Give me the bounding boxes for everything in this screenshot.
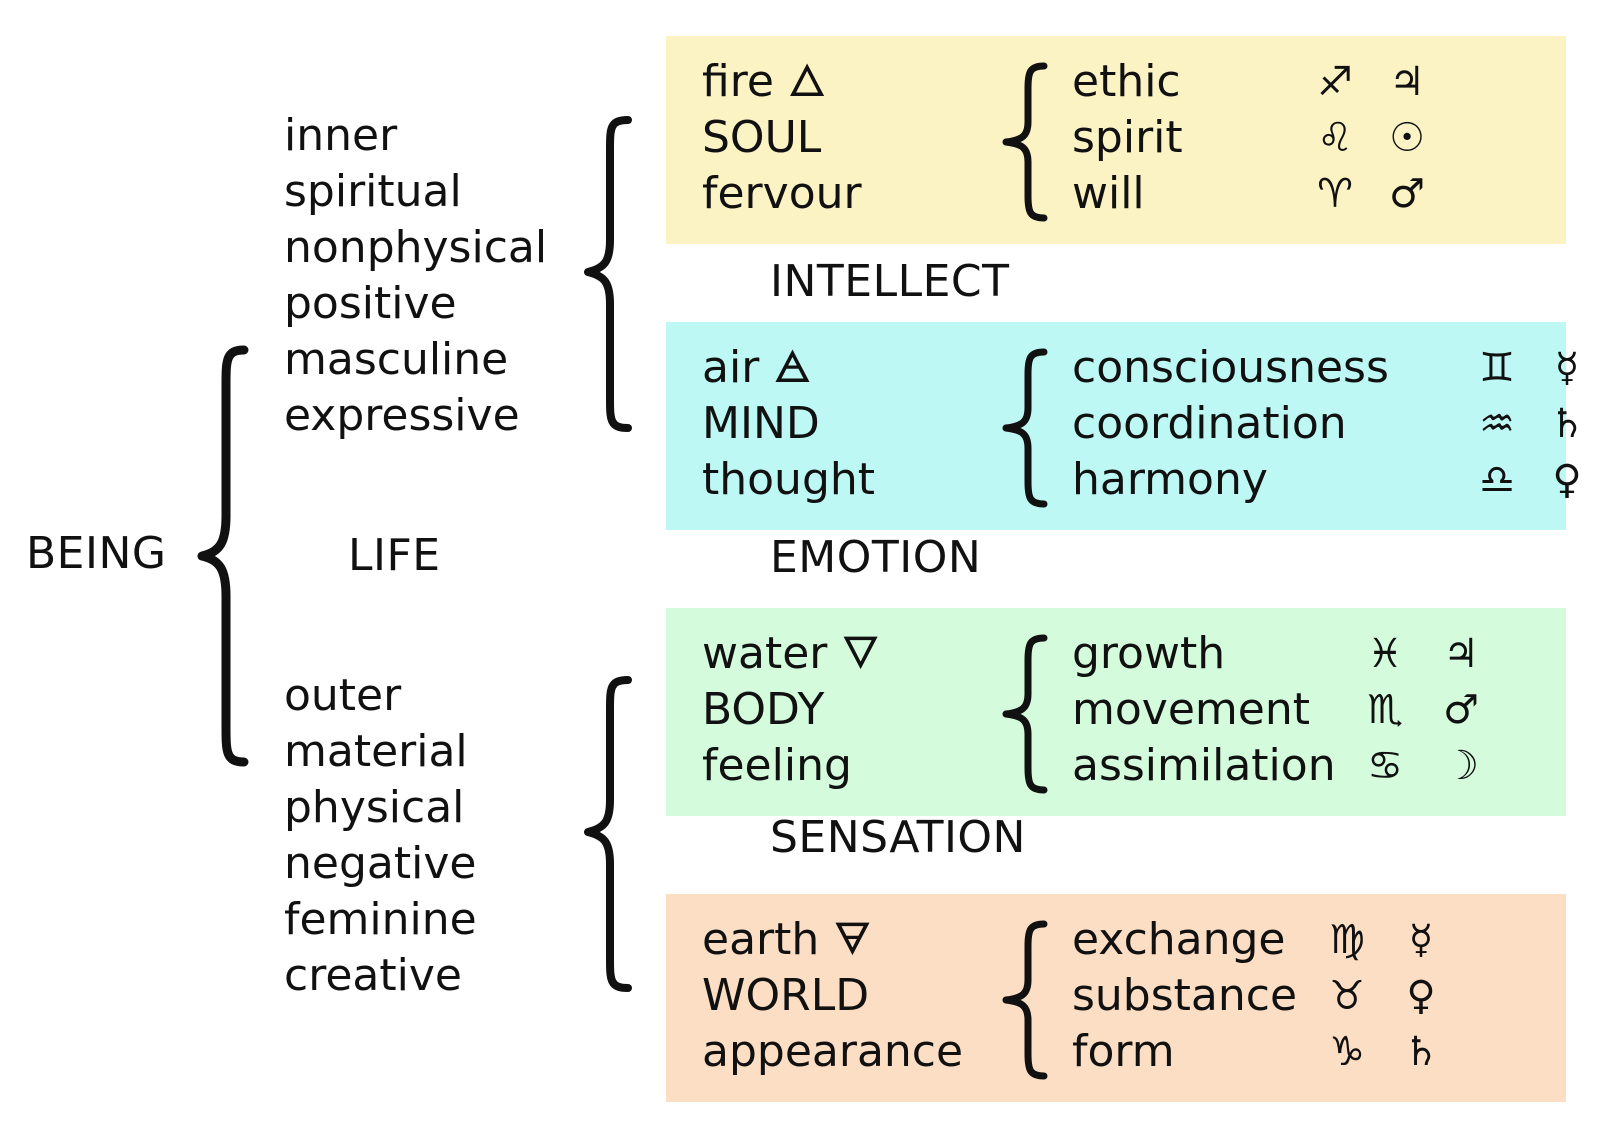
element-name: earth xyxy=(702,914,820,965)
sagittarius-icon: ♐ xyxy=(1317,59,1353,105)
being-brace xyxy=(197,345,249,767)
inner-terms: inner spiritual nonphysical positive mas… xyxy=(284,108,547,444)
inner-term: spiritual xyxy=(284,166,462,217)
outer-term: negative xyxy=(284,838,477,889)
inner-term: inner xyxy=(284,110,398,161)
water-brace xyxy=(1002,634,1048,794)
quality-name: thought xyxy=(702,454,876,505)
quality-word: ethic xyxy=(1072,56,1181,107)
quality-word: movement xyxy=(1072,684,1310,735)
quality-word: assimilation xyxy=(1072,740,1336,791)
gemini-icon: ♊ xyxy=(1479,345,1515,391)
jupiter-icon: ♃ xyxy=(1443,631,1479,677)
realm-name: WORLD xyxy=(702,970,870,1021)
element-name: water xyxy=(702,628,828,679)
inner-term: nonphysical xyxy=(284,222,548,273)
inner-term: expressive xyxy=(284,390,520,441)
element-name: air xyxy=(702,342,760,393)
life-label: LIFE xyxy=(348,530,441,581)
saturn-icon: ♄ xyxy=(1403,1029,1439,1075)
sun-icon: ☉ xyxy=(1389,115,1425,161)
air-element-icon: 🜁 xyxy=(773,342,812,393)
quality-word: form xyxy=(1072,1026,1175,1077)
fire-brace xyxy=(1002,62,1048,222)
root-label: BEING xyxy=(26,528,167,579)
mars-icon: ♂ xyxy=(1389,171,1425,217)
earth-element-icon: 🜃 xyxy=(833,914,872,965)
quality-word: exchange xyxy=(1072,914,1286,965)
mercury-icon: ☿ xyxy=(1408,917,1434,963)
realm-name: SOUL xyxy=(702,112,822,163)
cancer-icon: ♋ xyxy=(1367,743,1403,789)
mercury-icon: ☿ xyxy=(1554,345,1580,391)
outer-term: material xyxy=(284,726,468,777)
earth-brace xyxy=(1002,920,1048,1080)
heading-emotion: EMOTION xyxy=(770,532,982,583)
jupiter-icon: ♃ xyxy=(1389,59,1425,105)
air-brace xyxy=(1002,348,1048,508)
virgo-icon: ♍ xyxy=(1329,917,1365,963)
heading-intellect: INTELLECT xyxy=(770,256,1010,307)
outer-term: outer xyxy=(284,670,402,721)
quality-word: substance xyxy=(1072,970,1298,1021)
venus-icon: ♀ xyxy=(1552,457,1582,503)
quality-word: growth xyxy=(1072,628,1226,679)
mars-icon: ♂ xyxy=(1443,687,1479,733)
aquarius-icon: ♒ xyxy=(1479,401,1515,447)
moon-icon: ☽ xyxy=(1443,743,1479,789)
outer-term: creative xyxy=(284,950,462,1001)
outer-term: physical xyxy=(284,782,465,833)
venus-icon: ♀ xyxy=(1406,973,1436,1019)
realm-name: BODY xyxy=(702,684,825,735)
quality-word: spirit xyxy=(1072,112,1183,163)
quality-word: will xyxy=(1072,168,1145,219)
quality-name: feeling xyxy=(702,740,852,791)
aries-icon: ♈ xyxy=(1317,171,1353,217)
water-element-icon: 🜄 xyxy=(841,628,880,679)
taurus-icon: ♉ xyxy=(1329,973,1365,1019)
inner-term: masculine xyxy=(284,334,509,385)
fire-element-icon: 🜂 xyxy=(787,56,827,107)
inner-term: positive xyxy=(284,278,457,329)
element-name: fire xyxy=(702,56,774,107)
quality-word: harmony xyxy=(1072,454,1268,505)
water-panel: water 🜄 BODY feeling growth ♓ ♃ movement ♏ ♂ … xyxy=(666,608,1566,816)
realm-name: MIND xyxy=(702,398,820,449)
fire-panel: fire 🜂 SOUL fervour ethic ♐ ♃ spirit ♌ ☉ will… xyxy=(666,36,1566,244)
capricorn-icon: ♑ xyxy=(1329,1029,1365,1075)
quality-name: appearance xyxy=(702,1026,964,1077)
quality-word: coordination xyxy=(1072,398,1347,449)
leo-icon: ♌ xyxy=(1317,115,1353,161)
heading-sensation: SENSATION xyxy=(770,812,1026,863)
quality-word: consciousness xyxy=(1072,342,1389,393)
outer-brace xyxy=(584,676,632,992)
libra-icon: ♎ xyxy=(1479,457,1515,503)
air-panel: air 🜁 MIND thought consciousness ♊ ☿ coordi… xyxy=(666,322,1585,530)
quality-name: fervour xyxy=(702,168,862,219)
scorpio-icon: ♏ xyxy=(1367,687,1403,733)
earth-panel: earth 🜃 WORLD appearance exchange ♍ ☿ subst… xyxy=(666,894,1566,1102)
inner-brace xyxy=(584,116,632,432)
pisces-icon: ♓ xyxy=(1367,631,1403,677)
outer-terms: outer material physical negative feminin… xyxy=(284,668,477,1004)
outer-term: feminine xyxy=(284,894,477,945)
saturn-icon: ♄ xyxy=(1549,401,1585,447)
